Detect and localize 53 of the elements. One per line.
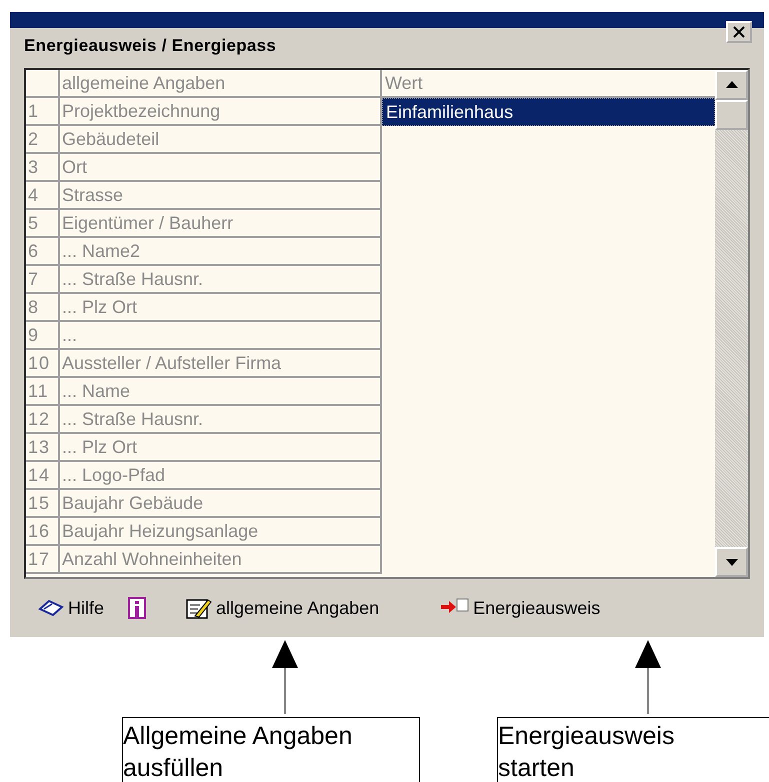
info-icon	[128, 597, 146, 620]
row-label: Gebäudeteil	[60, 126, 382, 154]
close-button[interactable]	[726, 21, 752, 43]
row-number: 15	[26, 490, 60, 518]
energy-pass-button[interactable]: Energieausweis	[439, 597, 600, 620]
row-number: 11	[26, 378, 60, 406]
row-number: 3	[26, 154, 60, 182]
row-number: 13	[26, 434, 60, 462]
row-number: 16	[26, 518, 60, 546]
row-label: Projektbezeichnung	[60, 98, 382, 126]
general-info-button[interactable]: allgemeine Angaben	[186, 596, 380, 620]
scroll-up-button[interactable]	[715, 70, 748, 100]
book-icon	[38, 599, 64, 618]
row-number: 1	[26, 98, 60, 126]
row-label: ... Straße Hausnr.	[60, 406, 382, 434]
callout-text: Energieausweis starten	[498, 722, 674, 782]
up-arrow-icon	[726, 81, 738, 88]
row-number: 17	[26, 546, 60, 574]
row-number: 12	[26, 406, 60, 434]
scroll-thumb[interactable]	[715, 100, 748, 130]
row-number: 4	[26, 182, 60, 210]
callout-text: Allgemeine Angaben ausfüllen	[123, 722, 352, 782]
info-button[interactable]	[128, 597, 146, 620]
row-number: 10	[26, 350, 60, 378]
row-label: Baujahr Heizungsanlage	[60, 518, 382, 546]
row-number: 7	[26, 266, 60, 294]
row-label: ... Name	[60, 378, 382, 406]
row-label: Baujahr Gebäude	[60, 490, 382, 518]
row-label: ... Name2	[60, 238, 382, 266]
down-arrow-icon	[726, 558, 738, 566]
help-button[interactable]: Hilfe	[38, 598, 104, 619]
row-number: 14	[26, 462, 60, 490]
scrollbar[interactable]	[715, 70, 748, 578]
row-label: Eigentümer / Bauherr	[60, 210, 382, 238]
scroll-down-button[interactable]	[715, 547, 748, 578]
row-number: 2	[26, 126, 60, 154]
row-number: 9	[26, 322, 60, 350]
close-icon	[731, 24, 747, 40]
row-number: 5	[26, 210, 60, 238]
row-label: ... Straße Hausnr.	[60, 266, 382, 294]
column-header: allgemeine Angaben	[60, 70, 382, 98]
row-label: Ort	[60, 154, 382, 182]
row-label: Strasse	[60, 182, 382, 210]
row-label: Anzahl Wohneinheiten	[60, 546, 382, 574]
row-number: 8	[26, 294, 60, 322]
row-label: ... Plz Ort	[60, 294, 382, 322]
row-number: 6	[26, 238, 60, 266]
row-label: ... Plz Ort	[60, 434, 382, 462]
window-title: Energieausweis / Energiepass	[24, 34, 276, 57]
value-cell[interactable]: Einfamilienhaus	[382, 98, 715, 126]
row-label: ...	[60, 322, 382, 350]
row-label: Aussteller / Aufsteller Firma	[60, 350, 382, 378]
row-label: ... Logo-Pfad	[60, 462, 382, 490]
